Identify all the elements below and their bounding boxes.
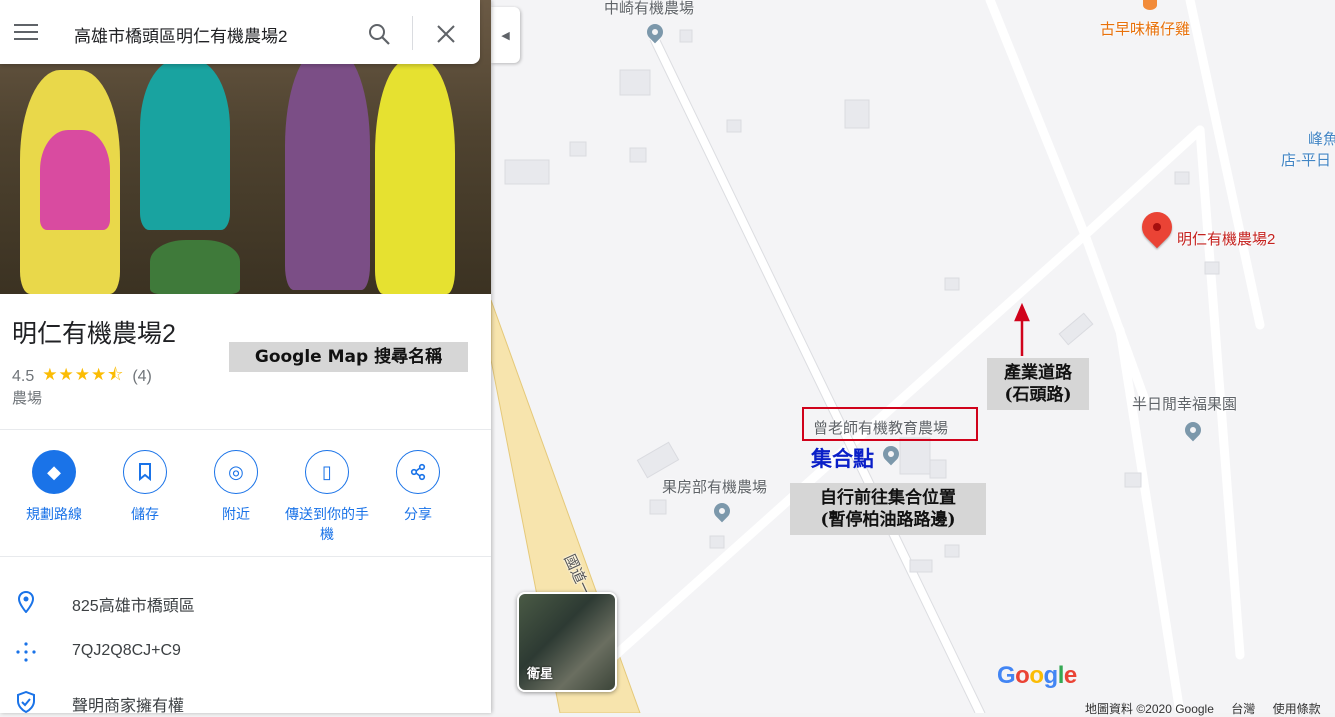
share-button[interactable]: 分享 [373,450,463,524]
caret-left-icon: ◀ [501,29,510,42]
nearby-label: 附近 [222,506,250,522]
map-label-banri[interactable]: 半日閒幸福果園 [1132,393,1237,414]
share-icon [396,450,440,494]
search-box [0,0,480,64]
send-to-phone-label: 傳送到你的手機 [285,506,369,542]
save-button[interactable]: 儲存 [100,450,190,524]
claim-text: 聲明商家擁有權 [72,698,185,713]
divider [0,429,491,430]
plus-code-row[interactable]: 7QJ2Q8CJ+C9 [0,632,491,672]
close-icon[interactable] [436,24,456,44]
rating-stars-icon: ★★★★⯪ [42,365,125,384]
send-to-phone-icon: ▯ [305,450,349,494]
annotation-line: (暫停柏油路路邊) [820,510,956,530]
meeting-point-label: 集合點 [811,446,874,471]
map-label-zeng[interactable]: 曾老師有機教育農場 [813,417,948,438]
restaurant-pin-icon[interactable] [1143,0,1157,10]
annotation-line: 自行前往集合位置 [820,488,956,508]
share-label: 分享 [404,506,432,522]
place-panel: 明仁有機農場2 Google Map 搜尋名稱 4.5 ★★★★⯪ (4) 農場… [0,0,491,713]
map-label-mingren[interactable]: 明仁有機農場2 [1177,228,1275,249]
bookmark-icon [123,450,167,494]
terms-link[interactable]: 使用條款 [1273,702,1321,716]
shield-icon [14,690,38,713]
location-pin-icon [14,590,38,614]
place-title: 明仁有機農場2 [12,320,176,348]
annotation-self-go: 自行前往集合位置 (暫停柏油路路邊) [790,483,986,535]
search-divider [412,16,413,50]
menu-icon[interactable] [14,24,38,40]
address-text: 825高雄市橋頭區 [72,598,195,615]
map-label-fengyu-2[interactable]: 店-平日 [1281,149,1331,170]
search-icon[interactable] [367,22,391,46]
divider [0,556,491,557]
directions-icon: ◆ [32,450,76,494]
directions-label: 規劃路線 [26,506,82,522]
collapse-panel-button[interactable]: ◀ [491,7,520,63]
rating-value: 4.5 [12,367,35,385]
annotation-search-name: Google Map 搜尋名稱 [229,342,468,372]
map-label-guhan[interactable]: 古早味桶仔雞 [1100,18,1190,39]
plus-code-text: 7QJ2Q8CJ+C9 [72,642,181,659]
google-logo: Google [997,662,1077,689]
search-input[interactable] [72,20,346,48]
review-count-link[interactable]: (4) [132,368,152,386]
satellite-toggle-button[interactable]: 衛星 [517,592,617,692]
map-label-fengyu-1[interactable]: 峰魚 [1308,128,1335,149]
action-bar: ◆ 規劃路線 儲存 ◎ 附近 ▯ 傳送到你的手機 分享 [0,450,491,550]
annotation-line: (石頭路) [1004,385,1072,405]
map-label-guofang[interactable]: 果房部有機農場 [662,476,767,497]
region-link[interactable]: 台灣 [1231,702,1255,716]
claim-row[interactable]: 聲明商家擁有權 [0,682,491,713]
map-footer: 地圖資料 ©2020 Google 台灣 使用條款 [1085,700,1335,717]
nearby-icon: ◎ [214,450,258,494]
annotation-industry-road: 產業道路 (石頭路) [987,358,1089,410]
satellite-label: 衛星 [527,666,554,681]
send-to-phone-button[interactable]: ▯ 傳送到你的手機 [282,450,372,544]
plus-code-icon [14,640,38,664]
address-row[interactable]: 825高雄市橋頭區 [0,582,491,622]
save-label: 儲存 [131,506,159,522]
map-data-credit: 地圖資料 ©2020 Google [1085,702,1214,716]
annotation-line: 產業道路 [1004,363,1072,383]
place-category[interactable]: 農場 [12,387,42,408]
nearby-button[interactable]: ◎ 附近 [191,450,281,524]
directions-button[interactable]: ◆ 規劃路線 [9,450,99,524]
map-label-zhongqi[interactable]: 中崎有機農場 [604,0,694,18]
